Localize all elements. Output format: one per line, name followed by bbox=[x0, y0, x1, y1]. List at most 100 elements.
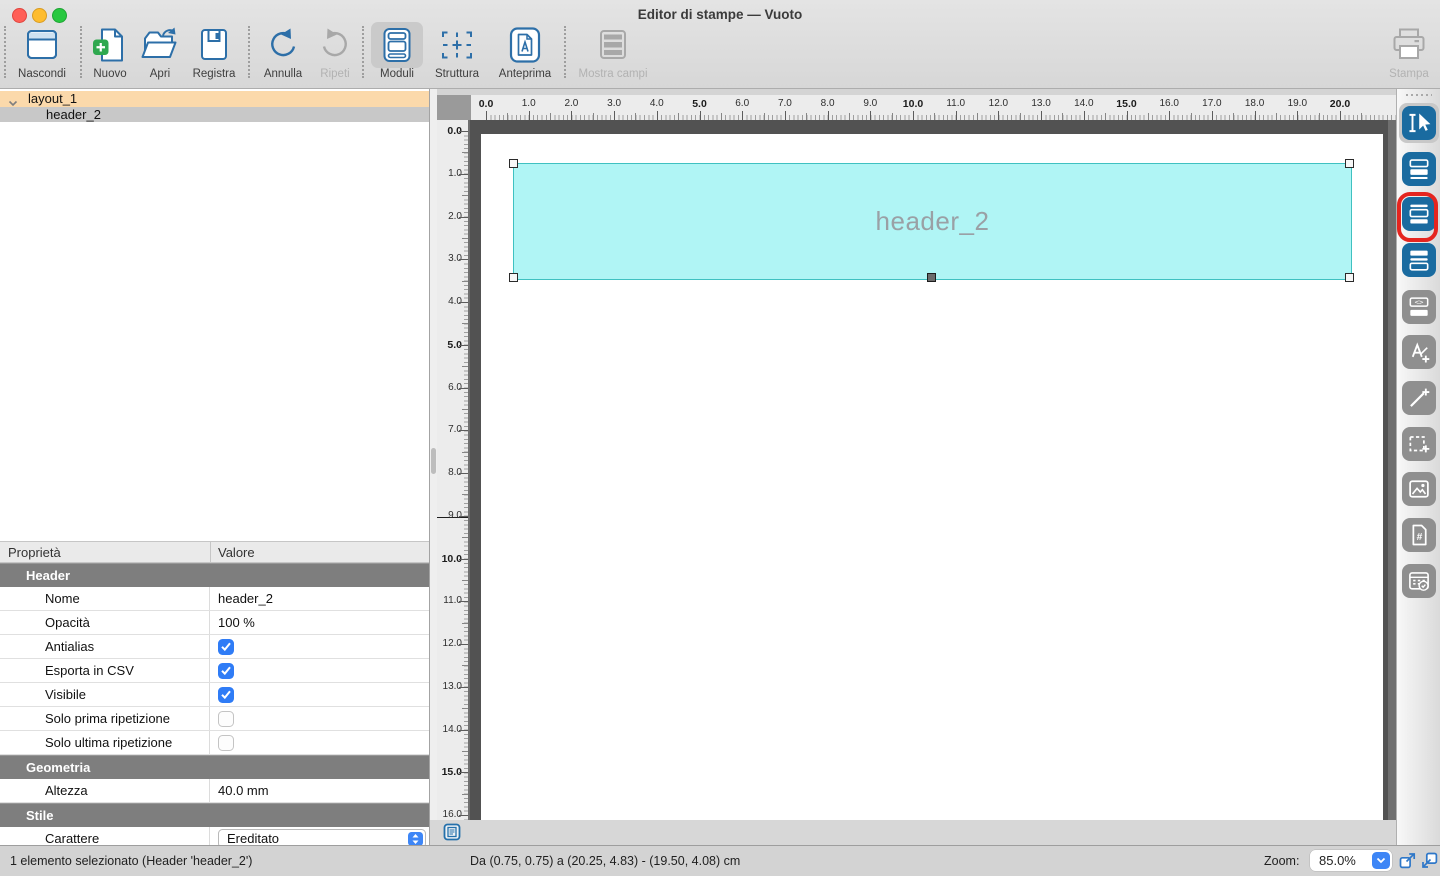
checkbox-checked[interactable] bbox=[218, 687, 234, 703]
ruler-tick bbox=[1212, 111, 1213, 120]
checkbox-checked[interactable] bbox=[218, 639, 234, 655]
selection-handle-bottom-left[interactable] bbox=[509, 273, 518, 282]
titlebar-toolbar: Editor di stampe — Vuoto NascondiNuovoAp… bbox=[0, 0, 1440, 89]
property-value bbox=[210, 635, 429, 658]
sidebar-tool-module-code-icon: <> bbox=[1402, 290, 1436, 324]
ruler-tick bbox=[913, 111, 914, 120]
structure-icon bbox=[431, 22, 483, 68]
selection-handle-bottom-center[interactable] bbox=[927, 273, 936, 282]
toolbar-button-ripeti: Ripeti bbox=[314, 22, 356, 82]
toolbar-button-stampa: Stampa bbox=[1380, 22, 1438, 82]
select-stepper-icon[interactable] bbox=[408, 832, 423, 846]
ruler-tick bbox=[1127, 111, 1128, 120]
tree-item-label: header_2 bbox=[46, 107, 101, 122]
checkbox-unchecked[interactable] bbox=[218, 735, 234, 751]
header-element[interactable]: header_2 bbox=[513, 163, 1352, 280]
select-value: Ereditato bbox=[227, 831, 279, 845]
ruler-tick bbox=[529, 111, 530, 120]
checkbox-unchecked[interactable] bbox=[218, 711, 234, 727]
toolbar-label: Annulla bbox=[264, 68, 302, 80]
property-name: Opacità bbox=[14, 611, 210, 634]
ruler-tick bbox=[459, 772, 468, 773]
ruler-label: 10.0 bbox=[897, 98, 929, 110]
zoom-fit-in-icon[interactable] bbox=[1420, 851, 1439, 873]
ruler-tick bbox=[1276, 113, 1277, 120]
property-value-text[interactable]: 40.0 mm bbox=[218, 783, 269, 798]
sidebar-tool-add-image-icon bbox=[1402, 472, 1436, 506]
property-value-text[interactable]: header_2 bbox=[218, 591, 273, 606]
sidebar-tool-add-line-icon bbox=[1402, 381, 1436, 415]
property-value-text[interactable]: 100 % bbox=[218, 615, 255, 630]
tree-item-label: layout_1 bbox=[28, 91, 77, 106]
font-select[interactable]: Ereditato bbox=[218, 829, 426, 845]
ruler-tick bbox=[459, 516, 468, 517]
toolbar-button-anteprima[interactable]: Anteprima bbox=[490, 22, 560, 82]
toolbar-label: Nascondi bbox=[18, 68, 66, 80]
ruler-tick bbox=[459, 388, 468, 389]
ruler-label: 0.0 bbox=[471, 98, 502, 110]
toolbar-button-apri[interactable]: Apri bbox=[139, 22, 181, 82]
property-name: Antialias bbox=[14, 635, 210, 658]
toolbar-separator bbox=[248, 26, 250, 78]
toolbar-button-struttura[interactable]: Struttura bbox=[428, 22, 486, 82]
ruler-tick bbox=[459, 687, 468, 688]
sidebar-tool-cursor-tool-icon[interactable] bbox=[1402, 106, 1436, 140]
ruler-tick bbox=[459, 345, 468, 346]
canvas-area[interactable]: header_2 bbox=[468, 120, 1396, 820]
toolbar-button-mostra-campi: Mostra campi bbox=[572, 22, 654, 82]
ruler-tick bbox=[1191, 113, 1192, 120]
ruler-label: 2.0 bbox=[555, 98, 587, 109]
ruler-label: 19.0 bbox=[1281, 98, 1313, 109]
column-header-value: Valore bbox=[218, 542, 255, 563]
zoom-fit-out-icon[interactable] bbox=[1398, 851, 1417, 873]
sidebar-tool-date-icon bbox=[1402, 564, 1436, 598]
section-header-stile: Stile bbox=[0, 803, 429, 827]
sidebar-tool-module-header-icon[interactable] bbox=[1402, 152, 1436, 186]
ruler-tick bbox=[593, 113, 594, 120]
canvas-page[interactable]: header_2 bbox=[481, 134, 1383, 820]
tree-item-header_2[interactable]: header_2 bbox=[0, 107, 429, 123]
property-name: Altezza bbox=[14, 779, 210, 802]
tree-item-layout_1[interactable]: layout_1 bbox=[0, 91, 429, 107]
selection-handle-top-right[interactable] bbox=[1345, 159, 1354, 168]
ruler-tick bbox=[550, 113, 551, 120]
sidebar-tool-module-footer-icon[interactable] bbox=[1402, 243, 1436, 277]
toolbar-label: Mostra campi bbox=[578, 68, 647, 80]
ruler-tick bbox=[1062, 113, 1063, 120]
ruler-label: 7.0 bbox=[769, 98, 801, 109]
save-icon bbox=[188, 22, 240, 68]
ruler-label: 4.0 bbox=[641, 98, 673, 109]
property-name: Carattere bbox=[14, 827, 210, 845]
panel-scrollbar-thumb[interactable] bbox=[431, 448, 436, 474]
toolbar-button-annulla[interactable]: Annulla bbox=[254, 22, 312, 82]
ruler-tick bbox=[806, 113, 807, 120]
ruler-tick bbox=[459, 217, 468, 218]
toolbar-button-registra[interactable]: Registra bbox=[185, 22, 243, 82]
chevron-down-icon[interactable] bbox=[1372, 852, 1390, 869]
ruler-tick bbox=[892, 113, 893, 120]
ruler-label: 18.0 bbox=[1239, 98, 1271, 109]
vertical-ruler: 0.01.02.03.04.05.06.07.08.09.010.011.012… bbox=[437, 120, 468, 820]
property-name: Esporta in CSV bbox=[14, 659, 210, 682]
ruler-tick bbox=[1020, 113, 1021, 120]
ruler-tick bbox=[956, 111, 957, 120]
ruler-label: 14.0 bbox=[1068, 98, 1100, 109]
selection-handle-bottom-right[interactable] bbox=[1345, 273, 1354, 282]
ruler-label: 6.0 bbox=[726, 98, 758, 109]
ruler-label: 13.0 bbox=[1025, 98, 1057, 109]
checkbox-checked[interactable] bbox=[218, 663, 234, 679]
ruler-label: 15.0 bbox=[1111, 98, 1143, 110]
toolbar-separator bbox=[80, 26, 82, 78]
page-nav-icon[interactable] bbox=[443, 823, 461, 841]
selection-handle-top-left[interactable] bbox=[509, 159, 518, 168]
toolbar-button-moduli[interactable]: Moduli bbox=[370, 22, 424, 82]
left-panel: layout_1header_2 Proprietà Valore Header… bbox=[0, 89, 430, 845]
zoom-combobox[interactable]: 85.0% bbox=[1310, 850, 1392, 871]
toolbar-button-nascondi[interactable]: Nascondi bbox=[13, 22, 71, 82]
ruler-tick bbox=[459, 302, 468, 303]
open-folder-icon bbox=[134, 22, 186, 68]
ruler-tick bbox=[764, 113, 765, 120]
toolbar-button-nuovo[interactable]: Nuovo bbox=[86, 22, 134, 82]
canvas-bottom-strip bbox=[430, 820, 1396, 845]
ruler-tick bbox=[849, 113, 850, 120]
